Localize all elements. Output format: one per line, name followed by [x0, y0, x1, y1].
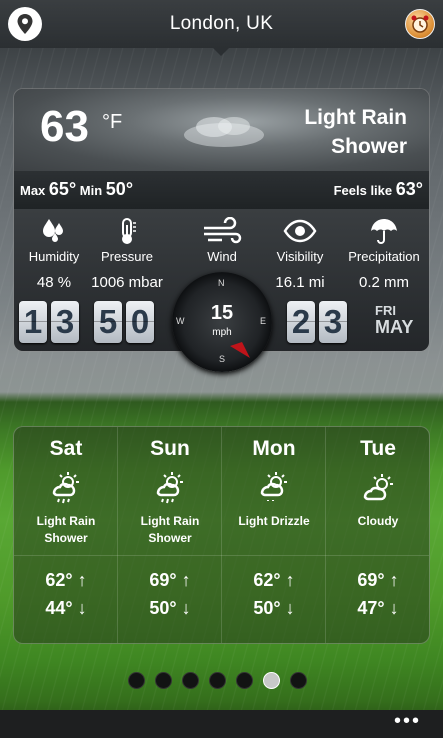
eye-icon: [283, 219, 317, 243]
feels-label: Feels like: [333, 183, 393, 198]
min-label: Min: [79, 183, 103, 198]
page-dot[interactable]: [236, 672, 253, 689]
day-of-week: FRI: [375, 303, 396, 318]
metric-visibility: Visibility 16.1 mi: [260, 217, 340, 291]
wind-direction-needle-icon: [230, 342, 250, 358]
compass-south: S: [219, 354, 226, 364]
forecast-day-name: Sat: [49, 437, 83, 460]
pressure-value: 1006 mbar: [91, 274, 163, 291]
current-temperature: 63: [40, 102, 89, 151]
month: MAY: [375, 317, 414, 337]
forecast-condition: Light Rain Shower: [118, 513, 222, 547]
visibility-label: Visibility: [276, 249, 324, 264]
alarm-clock-icon[interactable]: [405, 9, 435, 39]
more-menu-button[interactable]: •••: [394, 711, 421, 731]
temperature-band: Max 65° Min 50° Feels like 63°: [14, 171, 429, 209]
forecast-condition-line-1: Light Rain: [140, 514, 200, 528]
humidity-icon: [43, 219, 63, 242]
umbrella-icon: [371, 219, 397, 244]
forecast-day-tue[interactable]: Tue Cloudy 69° ↑ 47° ↓: [326, 427, 429, 643]
page-dot[interactable]: [263, 672, 280, 689]
feels-like: Feels like 63°: [334, 179, 423, 200]
app-bar: •••: [0, 710, 443, 738]
metric-precipitation: Precipitation 0.2 mm: [344, 217, 424, 291]
forecast-condition: Cloudy: [326, 513, 429, 530]
pressure-label: Pressure: [100, 249, 154, 264]
current-condition: Light Rain Shower: [257, 103, 407, 161]
wind-unit: mph: [212, 327, 232, 338]
forecast-high: 62° ↑: [253, 570, 295, 590]
metric-wind: Wind: [182, 217, 262, 264]
location-pin-icon[interactable]: [8, 7, 42, 41]
wind-icon: [204, 217, 242, 244]
forecast-day-name: Mon: [252, 437, 296, 460]
precipitation-label: Precipitation: [348, 249, 420, 264]
page-dot[interactable]: [290, 672, 307, 689]
forecast-day-name: Sun: [150, 437, 190, 460]
page-dot[interactable]: [155, 672, 172, 689]
forecast-condition-line-1: Cloudy: [357, 514, 399, 528]
min-value: 50°: [105, 179, 134, 199]
forecast-condition-line-2: Shower: [44, 531, 88, 545]
forecast-day-name: Tue: [360, 437, 396, 460]
temperature-unit: °F: [102, 111, 123, 133]
forecast-condition-line-1: Light Rain: [36, 514, 96, 528]
drizzle-icon: [260, 472, 287, 501]
forecast-condition-line-2: Shower: [148, 531, 192, 545]
forecast-condition-line-1: Light Drizzle: [238, 514, 310, 528]
metric-humidity: Humidity 48 %: [14, 217, 94, 291]
visibility-value: 16.1 mi: [275, 274, 325, 291]
max-value: 65°: [48, 179, 77, 199]
humidity-value: 48 %: [36, 274, 72, 291]
forecast-condition: Light Drizzle: [222, 513, 326, 530]
wind-compass: N E S W 15 mph: [172, 272, 272, 372]
forecast-high: 69° ↑: [149, 570, 191, 590]
page-dot[interactable]: [128, 672, 145, 689]
page-indicator: [128, 672, 307, 689]
time-digit-3: 5: [94, 301, 122, 343]
forecast-panel[interactable]: Sat Light Rain Shower 62° ↑ 44° ↓ Sun Lig…: [13, 426, 430, 644]
forecast-day-mon[interactable]: Mon Light Drizzle 62° ↑ 50° ↓: [222, 427, 326, 643]
max-min: Max 65° Min 50°: [20, 179, 133, 200]
precipitation-value: 0.2 mm: [358, 274, 409, 291]
humidity-label: Humidity: [28, 249, 80, 264]
forecast-low: 50° ↓: [149, 598, 191, 618]
top-bar: London, UK: [0, 0, 443, 56]
time-digit-4: 0: [126, 301, 154, 343]
forecast-day-sat[interactable]: Sat Light Rain Shower 62° ↑ 44° ↓: [14, 427, 118, 643]
page-dot[interactable]: [182, 672, 199, 689]
time-digit-1: 1: [19, 301, 47, 343]
forecast-high: 69° ↑: [357, 570, 399, 590]
thermometer-icon: [122, 218, 136, 244]
condition-line-2: Shower: [331, 135, 407, 158]
wind-label: Wind: [207, 249, 237, 264]
max-label: Max: [20, 183, 46, 198]
condition-line-1: Light Rain: [304, 106, 407, 129]
forecast-high: 62° ↑: [45, 570, 87, 590]
city-name[interactable]: London, UK: [170, 13, 273, 35]
rain-shower-icon: [52, 472, 79, 504]
metric-pressure: Pressure 1006 mbar: [87, 217, 167, 291]
partly-cloudy-icon: [363, 474, 393, 501]
feels-value: 63°: [395, 179, 423, 199]
forecast-low: 47° ↓: [357, 598, 399, 618]
page-dot[interactable]: [209, 672, 226, 689]
date-digit-2: 3: [319, 301, 347, 343]
cloud-image: [184, 117, 264, 147]
wind-speed: 15: [210, 302, 234, 324]
time-digit-2: 3: [51, 301, 79, 343]
forecast-condition: Light Rain Shower: [14, 513, 118, 547]
forecast-day-sun[interactable]: Sun Light Rain Shower 69° ↑ 50° ↓: [118, 427, 222, 643]
date-digit-1: 2: [287, 301, 315, 343]
compass-north: N: [218, 278, 225, 288]
forecast-low: 44° ↓: [45, 598, 87, 618]
rain-shower-icon: [156, 472, 183, 504]
forecast-low: 50° ↓: [253, 598, 295, 618]
